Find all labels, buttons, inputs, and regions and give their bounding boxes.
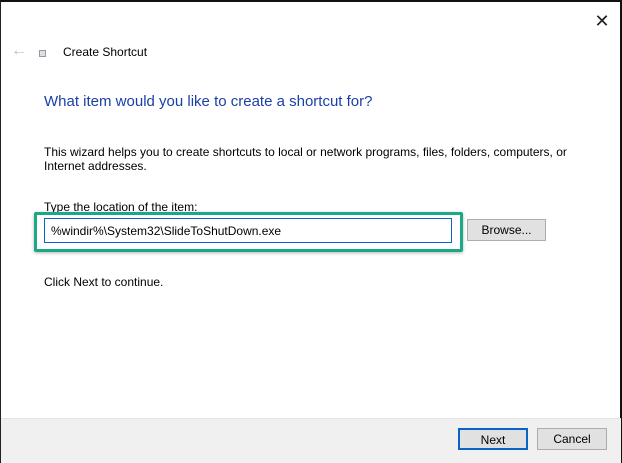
create-shortcut-dialog: ✕ ← Create Shortcut What item would you …	[0, 0, 622, 463]
back-arrow-icon[interactable]: ←	[11, 42, 27, 60]
browse-button[interactable]: Browse...	[467, 219, 546, 241]
location-input[interactable]	[44, 218, 452, 243]
close-icon[interactable]: ✕	[591, 10, 613, 32]
window-title: Create Shortcut	[63, 45, 148, 59]
description-text: This wizard helps you to create shortcut…	[44, 145, 567, 173]
next-button[interactable]: Next	[458, 428, 528, 450]
continue-text: Click Next to continue.	[44, 275, 164, 289]
shortcut-icon	[39, 50, 46, 57]
cancel-button[interactable]: Cancel	[537, 428, 607, 450]
page-heading: What item would you like to create a sho…	[44, 93, 373, 110]
footer-bar	[1, 418, 621, 463]
